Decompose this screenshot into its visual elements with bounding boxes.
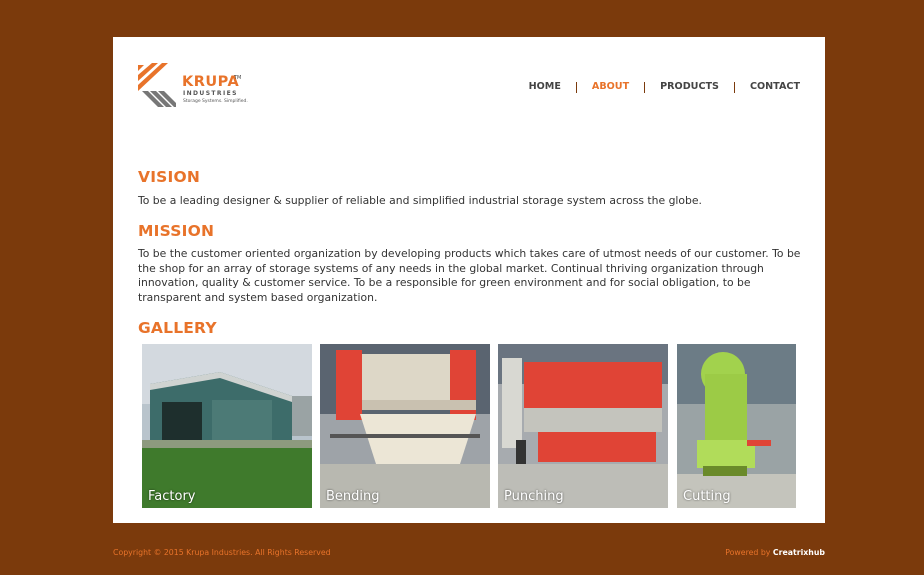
factory-image [142,344,312,508]
brand-sub: INDUSTRIES [183,90,238,97]
gallery-label-cutting: Cutting [683,489,731,504]
vision-heading: VISION [138,168,201,186]
cutting-machine-image [677,344,796,508]
nav-home[interactable]: HOME [514,80,576,94]
nav-products[interactable]: PRODUCTS [645,80,734,94]
gallery-item-factory[interactable]: Factory [142,344,312,508]
gallery-item-bending[interactable]: Bending [320,344,490,508]
nav-about[interactable]: ABOUT [577,80,644,94]
vision-text: To be a leading designer & supplier of r… [138,194,702,207]
bending-machine-image [320,344,490,508]
mission-text: To be the customer oriented organization… [138,247,801,304]
powered-by-label: Powered by [725,548,771,557]
content-panel: KRUPA TM INDUSTRIES Storage Systems. Sim… [113,37,825,523]
punching-machine-image [498,344,668,508]
gallery-label-bending: Bending [326,489,380,504]
krupa-logo[interactable]: KRUPA TM INDUSTRIES Storage Systems. Sim… [138,61,248,111]
trademark: TM [234,75,242,81]
brand-tagline: Storage Systems. Simplified. [183,99,248,104]
main-nav: HOME ABOUT PRODUCTS CONTACT [514,80,800,94]
powered-by: Powered by Creatrixhub [725,548,825,557]
creatrixhub-link[interactable]: Creatrixhub [773,548,825,557]
copyright-text: Copyright © 2015 Krupa Industries. All R… [113,548,331,557]
gallery-heading: GALLERY [138,319,217,337]
gallery-item-punching[interactable]: Punching [498,344,668,508]
nav-contact[interactable]: CONTACT [735,80,800,94]
brand-name: KRUPA [182,74,240,90]
gallery-label-punching: Punching [504,489,564,504]
mission-heading: MISSION [138,222,215,240]
gallery-item-cutting[interactable]: Cutting [677,344,796,508]
krupa-k-icon [138,63,176,107]
gallery-label-factory: Factory [148,489,196,504]
